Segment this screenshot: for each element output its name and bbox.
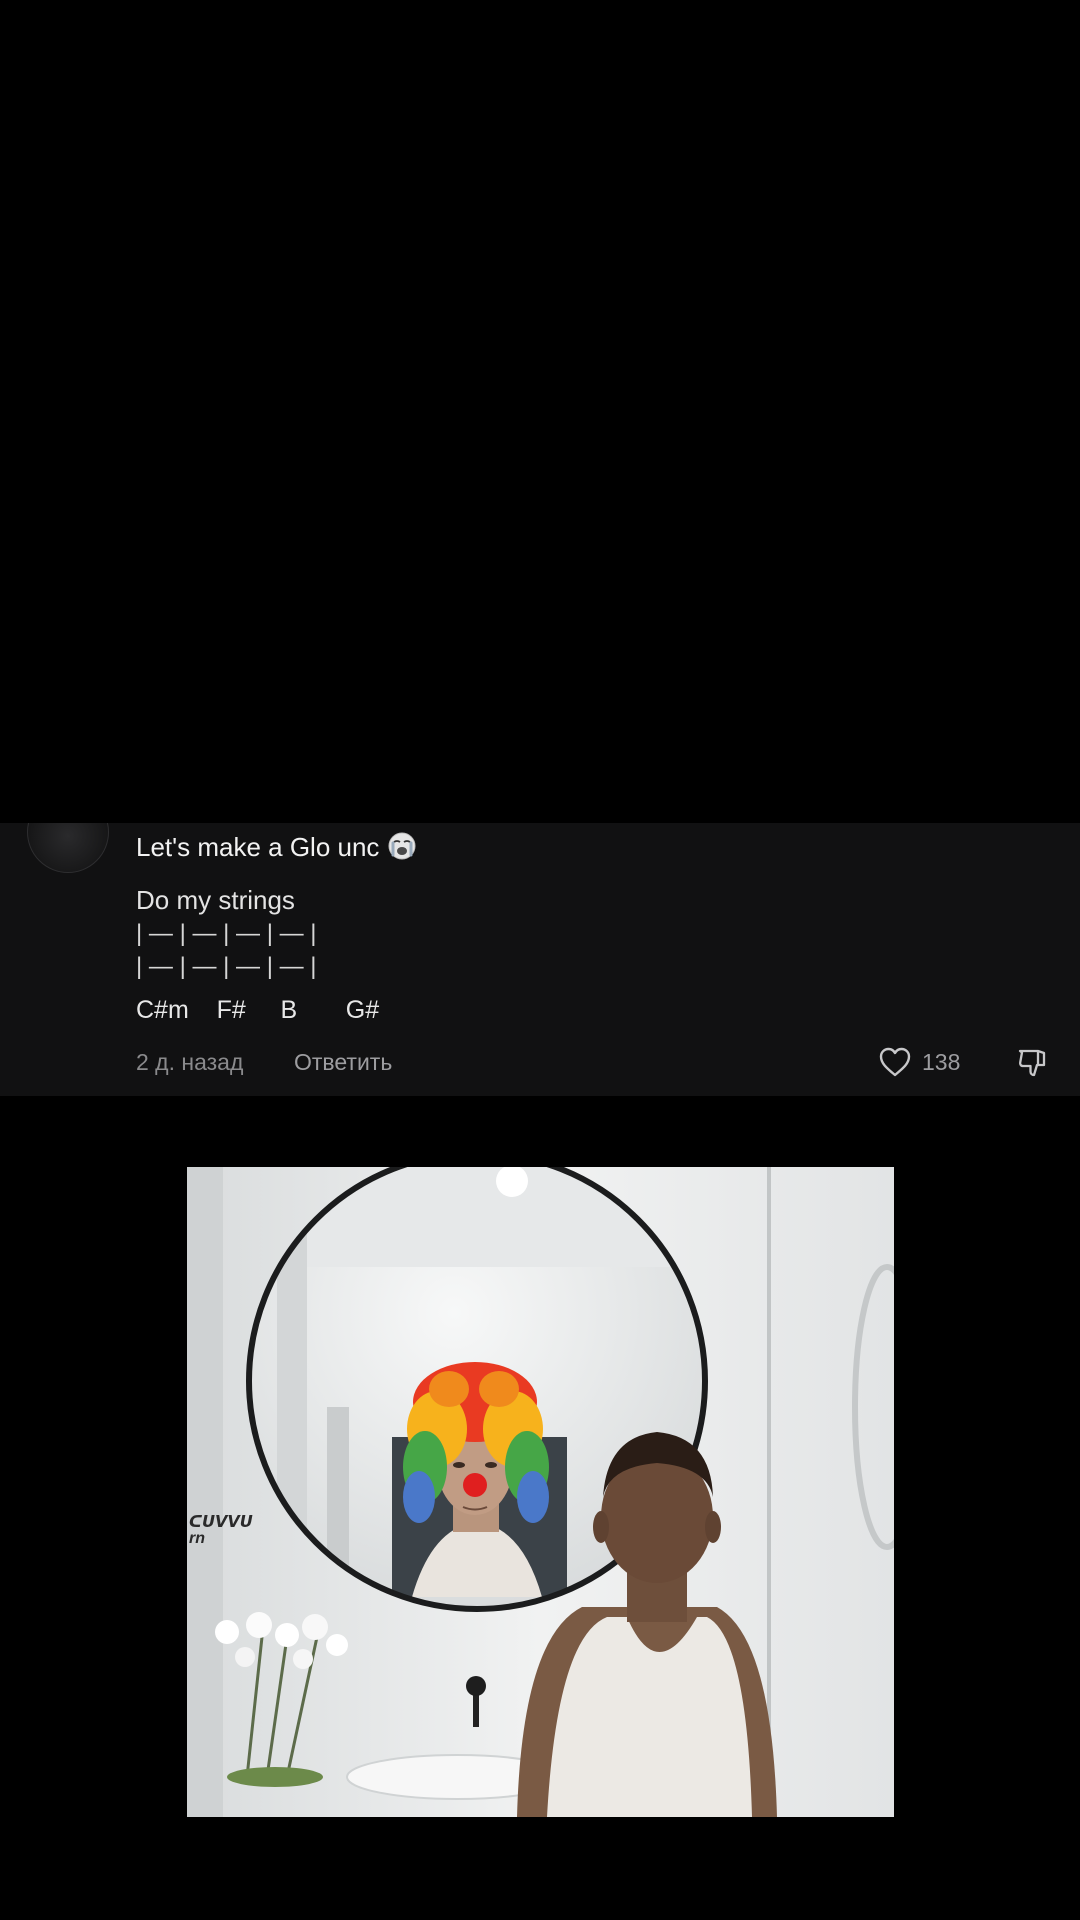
wall-text-line-1: ᑕᑌᐯᐯᑌ bbox=[189, 1514, 253, 1531]
dislike-button[interactable] bbox=[1016, 1045, 1050, 1079]
wall-text-line-2: rn bbox=[189, 1530, 205, 1547]
comment-body: Do my strings bbox=[136, 885, 295, 915]
avatar[interactable] bbox=[27, 823, 109, 873]
like-count: 138 bbox=[922, 1049, 961, 1075]
avatar-image bbox=[27, 823, 109, 873]
meme-image: ᑕᑌᐯᐯᑌ rn bbox=[187, 1167, 894, 1817]
comment-meta-row: 2 д. назад Ответить 138 bbox=[136, 1045, 1080, 1079]
comment-timestamp: 2 д. назад bbox=[136, 1049, 244, 1075]
tab-line-2: | — | — | — | — | bbox=[136, 953, 317, 980]
thumbs-down-icon bbox=[1016, 1049, 1050, 1084]
loudly-crying-face-emoji-icon bbox=[387, 831, 417, 861]
tab-line-1: | — | — | — | — | bbox=[136, 920, 317, 947]
reply-button[interactable]: Ответить bbox=[294, 1045, 392, 1079]
comment-text: Let's make a Glo unc bbox=[136, 831, 417, 862]
chords-line: C#m F# B G# bbox=[136, 996, 380, 1024]
comment-text-content: Let's make a Glo unc bbox=[136, 832, 380, 862]
page: Let's make a Glo unc Do my strings | — |… bbox=[0, 0, 1080, 1920]
wall-text: ᑕᑌᐯᐯᑌ rn bbox=[189, 1515, 253, 1547]
meme-illustration bbox=[187, 1167, 894, 1817]
heart-icon bbox=[878, 1046, 912, 1078]
comment-card: Let's make a Glo unc Do my strings | — |… bbox=[0, 823, 1080, 1096]
